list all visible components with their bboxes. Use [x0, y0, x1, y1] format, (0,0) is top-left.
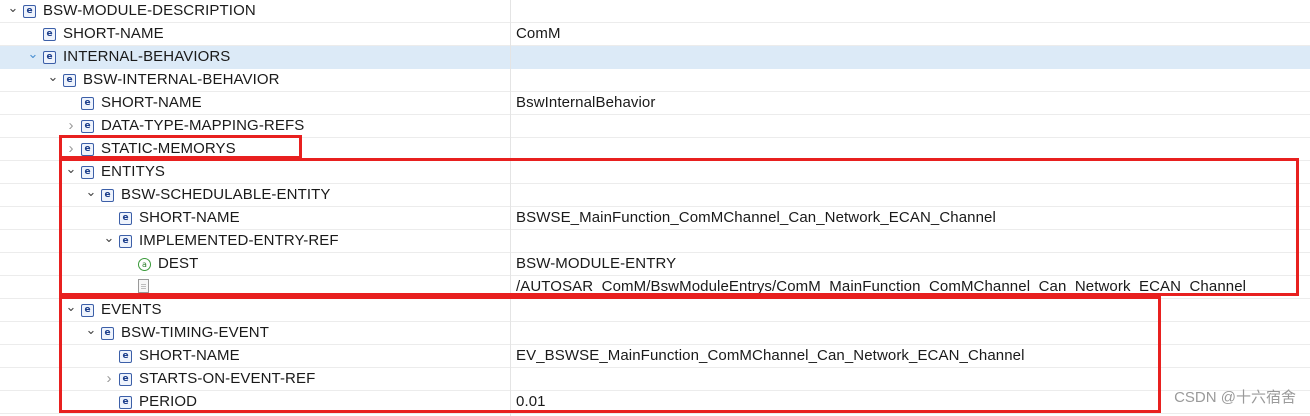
element-icon: e — [119, 372, 132, 386]
tree-row[interactable]: › e DATA-TYPE-MAPPING-REFS — [0, 115, 1310, 138]
tree-row[interactable]: e SHORT-NAME BSWSE_MainFunction_ComMChanne… — [0, 207, 1310, 230]
node-label: INTERNAL-BEHAVIORS — [63, 48, 231, 65]
tree-row[interactable]: ⌄ e BSW-INTERNAL-BEHAVIOR — [0, 69, 1310, 92]
tree-row[interactable]: e SHORT-NAME ComM — [0, 23, 1310, 46]
node-label: IMPLEMENTED-ENTRY-REF — [139, 232, 339, 249]
tree-node: ⌄ e BSW-SCHEDULABLE-ENTITY — [84, 181, 331, 206]
tree-node — [121, 276, 156, 298]
node-label: DEST — [158, 255, 199, 272]
node-value[interactable]: BSWSE_MainFunction_ComMChannel_Can_Netwo… — [516, 207, 996, 229]
element-icon: e — [43, 27, 56, 41]
element-icon: e — [81, 303, 94, 317]
node-label: SHORT-NAME — [63, 25, 164, 42]
tree-node: e SHORT-NAME — [64, 92, 202, 114]
tree-row[interactable]: /AUTOSAR_ComM/BswModuleEntrys/ComM_MainF… — [0, 276, 1310, 299]
tree-row[interactable]: e PERIOD 0.01 — [0, 391, 1310, 414]
chevron-down-icon[interactable]: ⌄ — [64, 158, 78, 180]
chevron-down-icon[interactable]: ⌄ — [102, 227, 116, 249]
tree-node: ⌄ e BSW-INTERNAL-BEHAVIOR — [46, 69, 280, 91]
tree-row[interactable]: ⌄ e BSW-TIMING-EVENT — [0, 322, 1310, 345]
chevron-right-icon[interactable]: › — [102, 368, 116, 390]
chevron-down-icon[interactable]: ⌄ — [84, 319, 98, 341]
tree-node: › e DATA-TYPE-MAPPING-REFS — [64, 115, 305, 137]
tree-row[interactable]: ⌄ e BSW-SCHEDULABLE-ENTITY — [0, 184, 1310, 207]
tree-node: a DEST — [121, 253, 198, 275]
chevron-right-icon[interactable]: › — [64, 115, 78, 137]
tree-node: e SHORT-NAME — [26, 23, 164, 45]
node-label: BSW-MODULE-DESCRIPTION — [43, 2, 256, 19]
element-icon: e — [43, 50, 56, 64]
node-label: PERIOD — [139, 393, 198, 410]
element-icon: e — [101, 188, 114, 202]
tree-node: ⌄ e BSW-MODULE-DESCRIPTION — [6, 0, 256, 22]
tree-row[interactable]: ⌄ e BSW-MODULE-DESCRIPTION — [0, 0, 1310, 23]
tree-row[interactable]: ⌄ e INTERNAL-BEHAVIORS — [0, 46, 1310, 69]
chevron-down-icon[interactable]: ⌄ — [84, 181, 98, 203]
node-label: BSW-INTERNAL-BEHAVIOR — [83, 71, 280, 88]
chevron-right-icon[interactable]: › — [64, 138, 78, 160]
tree-row[interactable]: a DEST BSW-MODULE-ENTRY — [0, 253, 1310, 276]
node-value[interactable]: BswInternalBehavior — [516, 92, 655, 114]
node-label: SHORT-NAME — [139, 209, 240, 226]
attribute-icon: a — [138, 257, 151, 271]
chevron-down-icon[interactable]: ⌄ — [26, 43, 40, 65]
tree-node: ⌄ e INTERNAL-BEHAVIORS — [26, 43, 231, 68]
node-label: SHORT-NAME — [139, 347, 240, 364]
tree-node: › e STARTS-ON-EVENT-REF — [102, 368, 316, 390]
element-icon: e — [119, 395, 132, 409]
csdn-watermark: CSDN @十六宿舍 — [1174, 389, 1296, 406]
chevron-down-icon[interactable]: ⌄ — [46, 66, 60, 88]
element-icon: e — [63, 73, 76, 87]
tree-row[interactable]: › e STATIC-MEMORYS — [0, 138, 1310, 161]
element-icon: e — [23, 4, 36, 18]
node-value[interactable]: ComM — [516, 23, 561, 45]
xml-tree-view: ⌄ e BSW-MODULE-DESCRIPTION e SHORT-NAME ComM ⌄… — [0, 0, 1310, 414]
node-value[interactable]: EV_BSWSE_MainFunction_ComMChannel_Can_Ne… — [516, 345, 1025, 367]
text-node-icon — [138, 279, 149, 293]
node-label: ENTITYS — [101, 163, 166, 180]
element-icon: e — [119, 349, 132, 363]
node-label: BSW-TIMING-EVENT — [121, 324, 269, 341]
node-label: DATA-TYPE-MAPPING-REFS — [101, 117, 305, 134]
column-divider[interactable] — [510, 0, 511, 416]
tree-node: ⌄ e EVENTS — [64, 299, 162, 321]
node-label: STARTS-ON-EVENT-REF — [139, 370, 316, 387]
tree-node: e PERIOD — [102, 391, 197, 413]
node-label: STATIC-MEMORYS — [101, 140, 236, 157]
element-icon: e — [119, 234, 132, 248]
element-icon: e — [119, 211, 132, 225]
node-value[interactable]: BSW-MODULE-ENTRY — [516, 253, 676, 275]
tree-row[interactable]: ⌄ e ENTITYS — [0, 161, 1310, 184]
element-icon: e — [81, 96, 94, 110]
tree-node: › e STATIC-MEMORYS — [64, 138, 236, 160]
tree-row[interactable]: e SHORT-NAME EV_BSWSE_MainFunction_ComMCha… — [0, 345, 1310, 368]
tree-node: e SHORT-NAME — [102, 207, 240, 229]
tree-row[interactable]: ⌄ e IMPLEMENTED-ENTRY-REF — [0, 230, 1310, 253]
chevron-down-icon[interactable]: ⌄ — [6, 0, 20, 19]
node-label: BSW-SCHEDULABLE-ENTITY — [121, 186, 331, 203]
tree-node: ⌄ e ENTITYS — [64, 161, 165, 183]
tree-node: ⌄ e BSW-TIMING-EVENT — [84, 322, 269, 344]
tree-node: ⌄ e IMPLEMENTED-ENTRY-REF — [102, 230, 339, 252]
tree-row[interactable]: ⌄ e EVENTS — [0, 299, 1310, 322]
node-value[interactable]: 0.01 — [516, 391, 546, 413]
tree-node: e SHORT-NAME — [102, 345, 240, 367]
element-icon: e — [81, 142, 94, 156]
node-value[interactable]: /AUTOSAR_ComM/BswModuleEntrys/ComM_MainF… — [516, 276, 1246, 298]
node-label: SHORT-NAME — [101, 94, 202, 111]
chevron-down-icon[interactable]: ⌄ — [64, 296, 78, 318]
tree-row[interactable]: e SHORT-NAME BswInternalBehavior — [0, 92, 1310, 115]
element-icon: e — [81, 165, 94, 179]
tree-row[interactable]: › e STARTS-ON-EVENT-REF — [0, 368, 1310, 391]
node-label: EVENTS — [101, 301, 162, 318]
element-icon: e — [81, 119, 94, 133]
element-icon: e — [101, 326, 114, 340]
